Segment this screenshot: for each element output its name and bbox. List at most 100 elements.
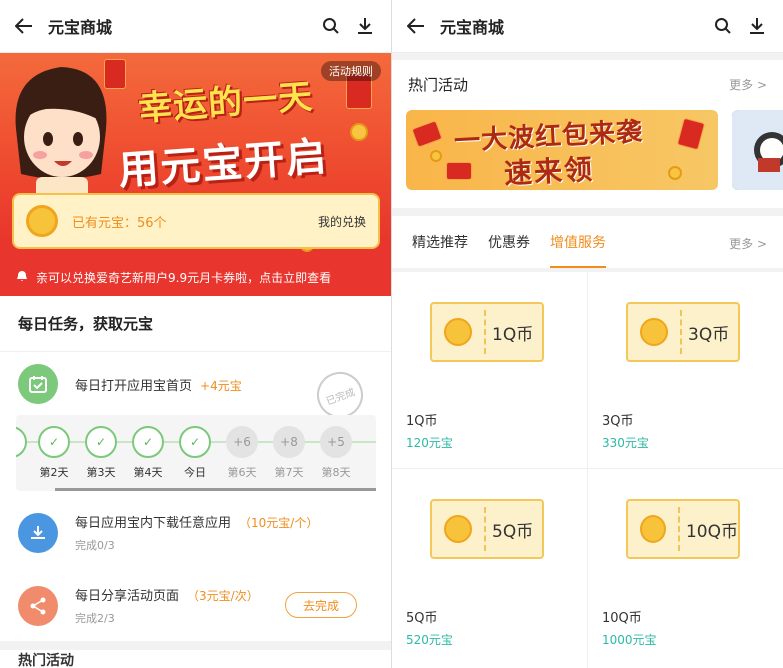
checkin-day: ✓ 第3天 [84, 426, 118, 480]
my-exchange-link[interactable]: 我的兑换 [318, 213, 366, 230]
search-icon[interactable] [709, 12, 737, 40]
qcoin-icon [444, 515, 472, 543]
checkin-reward: +5 [320, 426, 352, 458]
checkin-day-label: 第6天 [227, 466, 257, 479]
task-reward: （3元宝/次） [187, 589, 259, 603]
check-icon: ✓ [16, 426, 27, 458]
task-download-app: 每日应用宝内下载任意应用 （10元宝/个） 完成0/3 [0, 512, 391, 553]
checkin-day-label: 第4天 [133, 466, 163, 479]
qcoin-ticket: 1Q币 [430, 302, 544, 362]
hot-header: 热门活动 更多 > [392, 60, 783, 108]
coin-icon [430, 150, 442, 162]
page-title: 元宝商城 [48, 18, 113, 37]
calendar-check-icon [18, 364, 58, 404]
checkin-scrollbar[interactable] [55, 488, 376, 491]
product-card[interactable]: 5Q币 5Q币 520元宝 [392, 469, 587, 665]
download-tray-icon [18, 512, 58, 553]
category-tabs: 精选推荐 优惠券 增值服务 更多 > [392, 216, 783, 268]
qcoin-ticket: 3Q币 [626, 302, 740, 362]
page-title: 元宝商城 [440, 18, 505, 37]
balance-text: 已有元宝：56个 [72, 215, 167, 231]
task-name: 每日应用宝内下载任意应用 [75, 516, 232, 531]
hot-title: 热门活动 [408, 75, 469, 94]
back-arrow-icon[interactable] [404, 14, 428, 38]
check-icon: ✓ [85, 426, 117, 458]
tab-coupons[interactable]: 优惠券 [488, 216, 530, 268]
share-go-button[interactable]: 去完成 [285, 592, 357, 618]
task-name: 每日打开应用宝首页 [75, 378, 193, 394]
task-progress: 完成0/3 [75, 539, 115, 552]
ticket-amount: 5Q币 [492, 521, 534, 542]
qcoin-icon [640, 515, 666, 543]
left-screen: 元宝商城 活动规则 幸运的一天 用元宝开启 已有元宝：56个 我的兑换 亲可以兑… [0, 0, 391, 668]
yuanbao-coin-icon [26, 205, 58, 237]
app-bar: 元宝商城 [0, 0, 391, 53]
checkin-day: ✓ 第2天 [37, 426, 71, 480]
tabs-more-link[interactable]: 更多 > [729, 235, 767, 252]
checkin-day: ✓ 第4天 [131, 426, 165, 480]
product-grid: 1Q币 1Q币 120元宝 3Q币 3Q币 330元宝 5Q币 5Q币 520元… [392, 272, 783, 668]
hot-more-link[interactable]: 更多 > [729, 76, 767, 93]
right-screen: 元宝商城 热门活动 更多 > 一大波红包来袭 速来领 精选推荐 优惠券 增值服务 [392, 0, 783, 668]
notice-bar[interactable]: 亲可以兑换爱奇艺新用户9.9元月卡券啦，点击立即查看 [0, 259, 391, 296]
checkin-reward: +6 [226, 426, 258, 458]
check-icon: ✓ [38, 426, 70, 458]
tab-featured[interactable]: 精选推荐 [412, 216, 468, 268]
hot-banner-line-2: 速来领 [503, 152, 595, 190]
next-section-title: 热门活动 [0, 642, 391, 668]
checkin-day: +6 第6天 [225, 426, 259, 480]
balance-card: 已有元宝：56个 我的兑换 [12, 193, 380, 249]
ticket-amount: 3Q币 [688, 324, 730, 345]
checkin-progress[interactable]: ✓天 ✓ 第2天 ✓ 第3天 ✓ 第4天 ✓ 今日 +6 第6天 +8 第7天 +5 第8天 [16, 415, 376, 491]
search-icon[interactable] [317, 12, 345, 40]
qcoin-icon [444, 318, 472, 346]
product-price: 120元宝 [406, 436, 453, 450]
checkin-day: ✓天 [16, 426, 28, 480]
back-arrow-icon[interactable] [12, 14, 36, 38]
task-progress: 完成2/3 [75, 612, 115, 625]
bell-icon [16, 270, 28, 285]
coin-icon [350, 123, 368, 141]
hot-activities-section: 热门活动 更多 > 一大波红包来袭 速来领 [392, 60, 783, 208]
product-card[interactable]: 1Q币 1Q币 120元宝 [392, 272, 587, 468]
girl-mascot-illustration [15, 67, 107, 209]
tasks-title: 每日任务，获取元宝 [0, 296, 391, 352]
share-icon [18, 585, 58, 626]
checkin-day-label: 第2天 [39, 466, 69, 479]
product-name: 1Q币 [406, 414, 438, 429]
checkin-reward: +8 [273, 426, 305, 458]
red-envelope-icon [676, 117, 706, 151]
checkin-day-label: 第7天 [274, 466, 304, 479]
check-icon: ✓ [179, 426, 211, 458]
product-name: 10Q币 [602, 611, 642, 626]
tab-value-added[interactable]: 增值服务 [550, 216, 606, 268]
notice-text: 亲可以兑换爱奇艺新用户9.9元月卡券啦，点击立即查看 [36, 271, 332, 285]
coin-icon [668, 166, 682, 180]
ticket-amount: 10Q币 [685, 521, 738, 542]
download-icon[interactable] [351, 12, 379, 40]
red-envelope-icon [411, 120, 443, 148]
check-icon: ✓ [132, 426, 164, 458]
product-card[interactable]: 10Q币 10Q币 1000元宝 [588, 469, 783, 665]
hot-activity-banner-next[interactable] [732, 110, 783, 190]
checkin-day: +5 第8天 [319, 426, 353, 480]
checkin-day-label: 第3天 [86, 466, 116, 479]
product-price: 330元宝 [602, 436, 649, 450]
qcoin-ticket: 10Q币 [626, 499, 740, 559]
product-name: 5Q币 [406, 611, 438, 626]
task-reward: （10元宝/个） [239, 516, 319, 530]
product-price: 520元宝 [406, 633, 453, 647]
checkin-day: +8 第7天 [272, 426, 306, 480]
product-name: 3Q币 [602, 414, 634, 429]
hot-activity-banner[interactable]: 一大波红包来袭 速来领 [406, 110, 718, 190]
download-icon[interactable] [743, 12, 771, 40]
red-envelope-icon [446, 162, 472, 180]
product-card[interactable]: 3Q币 3Q币 330元宝 [588, 272, 783, 468]
app-bar: 元宝商城 [392, 0, 783, 53]
task-reward: +4元宝 [200, 378, 242, 393]
activity-rules-button[interactable]: 活动规则 [321, 61, 381, 81]
qcoin-icon [640, 318, 668, 346]
qcoin-ticket: 5Q币 [430, 499, 544, 559]
ticket-amount: 1Q币 [492, 324, 534, 345]
checkin-day-label: 今日 [184, 466, 206, 479]
